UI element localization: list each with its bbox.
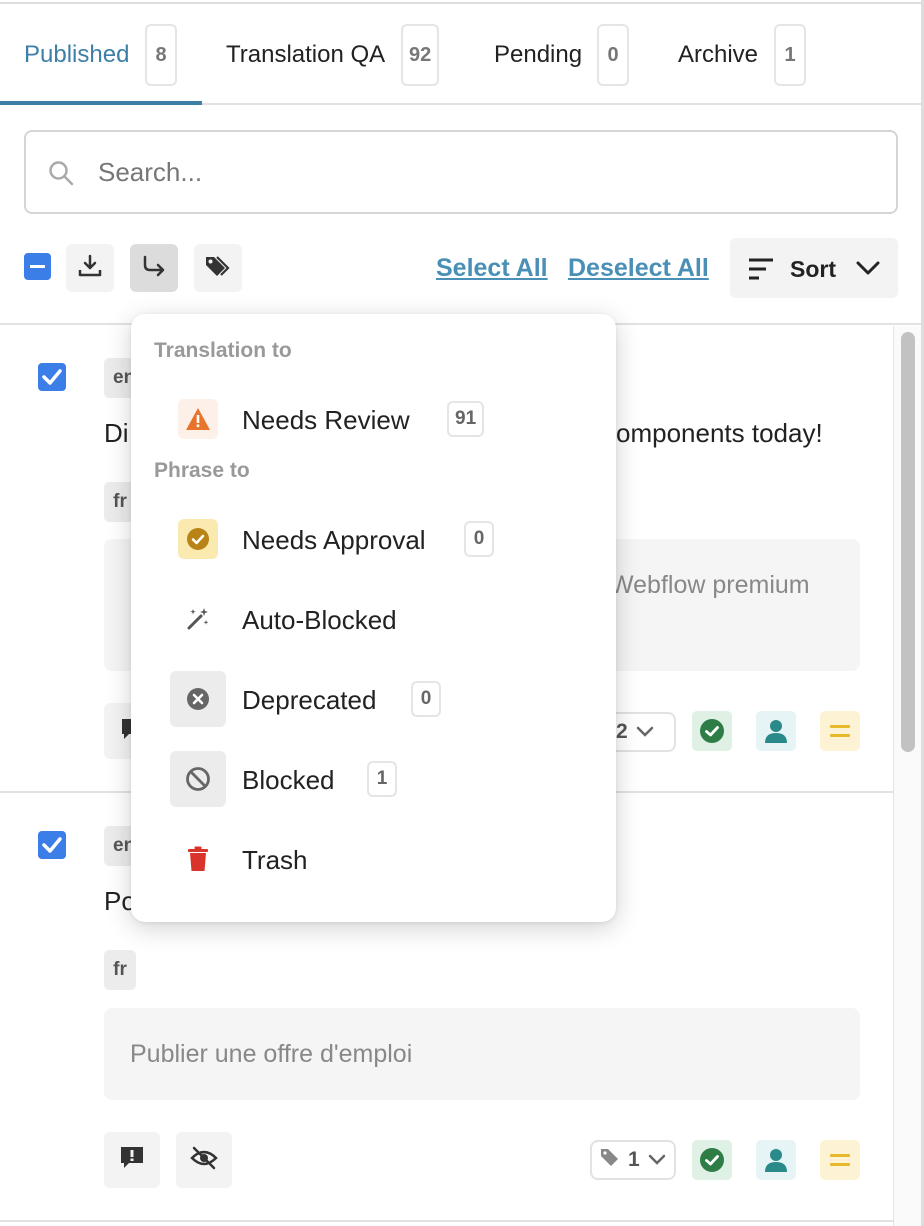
trash-icon	[170, 831, 226, 887]
magic-wand-icon	[170, 591, 226, 647]
tab-count: 8	[145, 24, 177, 86]
item-divider	[0, 1220, 893, 1222]
search-box	[24, 130, 898, 214]
menu-item-label: Needs Approval	[242, 525, 426, 555]
sort-lines-icon	[748, 257, 774, 286]
tag-icon	[600, 1147, 622, 1173]
x-circle-icon	[170, 671, 226, 727]
tab-label: Translation QA	[226, 40, 386, 68]
menu-item-trash[interactable]: Trash	[170, 831, 600, 887]
tag-count: 2	[616, 720, 628, 743]
sort-label: Sort	[790, 256, 836, 282]
priority-status[interactable]	[820, 711, 860, 751]
user-icon	[765, 1149, 787, 1172]
source-text-end: omponents today!	[616, 418, 823, 448]
block-icon	[170, 751, 226, 807]
tags-button[interactable]	[194, 244, 242, 292]
warning-icon	[178, 399, 218, 439]
eye-slash-icon	[190, 1146, 218, 1175]
select-all-link[interactable]: Select All	[436, 254, 548, 283]
tab-label: Archive	[678, 40, 759, 68]
menu-item-count: 0	[411, 681, 441, 717]
menu-item-count: 1	[367, 761, 397, 797]
search-input[interactable]	[98, 146, 878, 198]
assignee-status[interactable]	[756, 711, 796, 751]
download-icon	[77, 253, 103, 284]
search-icon	[48, 160, 74, 186]
check-circle-icon	[700, 1148, 724, 1172]
menu-item-label: Auto-Blocked	[242, 605, 397, 635]
menu-item-label: Blocked	[242, 765, 335, 795]
comment-button[interactable]	[104, 1132, 160, 1188]
user-icon	[765, 720, 787, 743]
tab-count: 1	[774, 24, 806, 86]
equals-icon	[830, 1154, 850, 1166]
approved-status[interactable]	[692, 711, 732, 751]
approved-status[interactable]	[692, 1140, 732, 1180]
menu-section-header: Phrase to	[154, 459, 250, 482]
tags-icon	[204, 253, 232, 284]
menu-item-blocked[interactable]: Blocked 1	[170, 751, 600, 807]
deselect-all-link[interactable]: Deselect All	[568, 254, 709, 283]
scrollbar[interactable]	[893, 326, 921, 1226]
tab-label: Published	[24, 40, 130, 68]
assignee-status[interactable]	[756, 1140, 796, 1180]
approval-icon	[178, 519, 218, 559]
sort-button[interactable]: Sort	[730, 238, 898, 298]
hide-button[interactable]	[176, 1132, 232, 1188]
status-tabs: Published 8 Translation QA 92 Pending 0 …	[0, 4, 921, 105]
priority-status[interactable]	[820, 1140, 860, 1180]
translation-text: Publier une offre d'emploi	[130, 1040, 413, 1068]
menu-item-label: Needs Review	[242, 405, 410, 435]
tab-label: Pending	[494, 40, 583, 68]
comment-alert-icon	[119, 1145, 145, 1176]
translation-box[interactable]: Publier une offre d'emploi	[104, 1008, 860, 1100]
tab-count: 92	[401, 24, 440, 86]
tab-pending[interactable]: Pending 0	[494, 4, 629, 105]
menu-item-label: Trash	[242, 845, 308, 875]
translation-text: Webflow premium	[610, 571, 810, 599]
menu-item-needs-review[interactable]: Needs Review 91	[170, 391, 600, 447]
menu-item-auto-blocked[interactable]: Auto-Blocked	[170, 591, 600, 647]
chevron-down-icon	[636, 720, 654, 744]
chevron-down-icon	[856, 260, 880, 281]
menu-item-count: 91	[447, 401, 485, 437]
check-circle-icon	[700, 719, 724, 743]
menu-item-count: 0	[464, 521, 494, 557]
equals-icon	[830, 725, 850, 737]
source-text: Di	[104, 418, 129, 448]
chevron-down-icon	[648, 1148, 666, 1172]
tab-published[interactable]: Published 8	[24, 4, 177, 105]
item-checkbox[interactable]	[38, 831, 66, 859]
active-tab-indicator	[0, 101, 202, 105]
menu-section-header: Translation to	[154, 339, 292, 362]
tab-count: 0	[597, 24, 629, 86]
tab-archive[interactable]: Archive 1	[678, 4, 806, 105]
scrollbar-thumb[interactable]	[901, 332, 915, 752]
menu-item-needs-approval[interactable]: Needs Approval 0	[170, 511, 600, 567]
target-lang-badge: fr	[104, 950, 136, 990]
menu-item-label: Deprecated	[242, 685, 377, 715]
tag-count-pill[interactable]: 1	[590, 1140, 676, 1180]
move-to-dropdown: Translation to Needs Review 91 Phrase to…	[131, 314, 616, 922]
menu-item-deprecated[interactable]: Deprecated 0	[170, 671, 600, 727]
tag-count: 1	[628, 1148, 640, 1171]
item-checkbox[interactable]	[38, 363, 66, 391]
redirect-arrow-icon	[141, 253, 167, 284]
move-to-button[interactable]	[130, 244, 178, 292]
tab-translation-qa[interactable]: Translation QA 92	[226, 4, 440, 105]
select-all-checkbox[interactable]	[24, 253, 51, 280]
download-button[interactable]	[66, 244, 114, 292]
